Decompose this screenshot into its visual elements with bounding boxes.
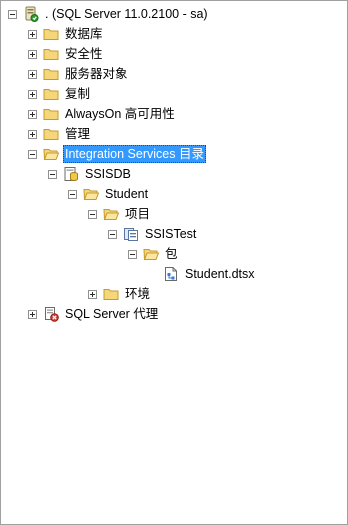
folder-icon [103,286,119,302]
server-label: . (SQL Server 11.0.2100 - sa) [45,7,208,21]
node-label: 数据库 [65,27,103,41]
tree-node-ssisdb[interactable]: SSISDB [48,164,133,184]
folder-open-icon [83,186,99,202]
tree-node-student-folder[interactable]: Student [68,184,150,204]
node-label: 环境 [125,287,151,301]
database-icon [63,166,79,182]
node-label: SQL Server 代理 [65,307,159,321]
tree-node-replication[interactable]: 复制 [28,84,92,104]
expand-toggle[interactable] [88,289,97,299]
node-label: 管理 [65,127,91,141]
node-label: Student.dtsx [185,267,255,281]
folder-icon [43,86,59,102]
folder-icon [43,66,59,82]
tree-node-databases[interactable]: 数据库 [28,24,105,44]
expand-toggle[interactable] [28,89,37,99]
folder-open-icon [103,206,119,222]
node-label: SSISDB [85,167,131,181]
tree-node-server[interactable]: . (SQL Server 11.0.2100 - sa) [8,4,210,24]
collapse-toggle[interactable] [8,9,17,19]
tree-node-package-student-dtsx[interactable]: Student.dtsx [148,264,257,284]
node-label: Student [105,187,149,201]
expand-toggle[interactable] [28,29,37,39]
tree-node-server-objects[interactable]: 服务器对象 [28,64,130,84]
node-label: 项目 [125,207,151,221]
node-label: 复制 [65,87,91,101]
tree-node-environments[interactable]: 环境 [88,284,152,304]
tree-node-alwayson[interactable]: AlwaysOn 高可用性 [28,104,177,124]
collapse-toggle[interactable] [48,169,57,179]
expand-toggle[interactable] [28,129,37,139]
folder-open-icon [143,246,159,262]
collapse-toggle[interactable] [108,229,117,239]
node-label-selected: Integration Services 目录 [63,145,206,163]
tree-node-security[interactable]: 安全性 [28,44,105,64]
package-icon [163,266,179,282]
expand-toggle[interactable] [28,309,37,319]
expand-toggle[interactable] [28,49,37,59]
folder-icon [43,46,59,62]
tree-node-project-ssistest[interactable]: SSISTest [108,224,198,244]
collapse-toggle[interactable] [88,209,97,219]
expand-toggle[interactable] [28,69,37,79]
collapse-toggle[interactable] [28,149,37,159]
node-label: 包 [165,247,178,261]
folder-open-icon [43,146,59,162]
collapse-toggle[interactable] [68,189,77,199]
project-icon [123,226,139,242]
object-explorer-tree[interactable]: . (SQL Server 11.0.2100 - sa) 数据库 安全性 服务… [0,0,348,525]
node-label: 服务器对象 [65,67,128,81]
server-icon [23,6,39,22]
tree-node-sql-server-agent[interactable]: SQL Server 代理 [28,304,160,324]
tree-node-packages[interactable]: 包 [128,244,180,264]
tree-node-management[interactable]: 管理 [28,124,92,144]
collapse-toggle[interactable] [128,249,137,259]
tree-node-integration-services-catalog[interactable]: Integration Services 目录 [28,144,206,164]
tree-node-projects[interactable]: 项目 [88,204,152,224]
folder-icon [43,106,59,122]
folder-icon [43,26,59,42]
node-label: 安全性 [65,47,103,61]
node-label: SSISTest [145,227,197,241]
expand-toggle[interactable] [28,109,37,119]
agent-icon [43,306,59,322]
folder-icon [43,126,59,142]
node-label: AlwaysOn 高可用性 [65,107,175,121]
